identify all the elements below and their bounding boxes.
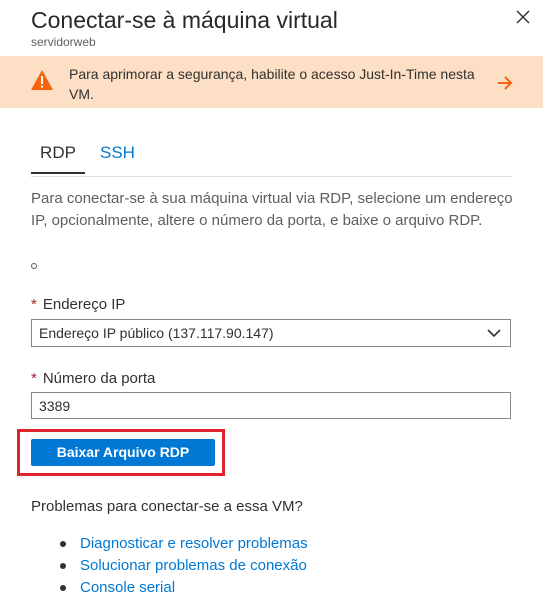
close-icon [516, 10, 530, 24]
bullet-icon [60, 541, 66, 547]
tab-rdp[interactable]: RDP [31, 140, 85, 166]
port-number-label-text: Número da porta [42, 370, 156, 387]
circle-bullet-icon [31, 263, 37, 269]
arrow-right-icon [498, 76, 513, 90]
ip-address-label-text: Endereço IP [42, 296, 126, 313]
required-mark: * [31, 370, 37, 387]
required-mark: * [31, 296, 37, 313]
jit-warning-banner: Para aprimorar a segurança, habilite o a… [0, 56, 543, 108]
bullet-icon [60, 563, 66, 569]
troubleshoot-connection-link[interactable]: Solucionar problemas de conexão [80, 556, 307, 576]
banner-text: Para aprimorar a segurança, habilite o a… [69, 66, 475, 102]
serial-console-link[interactable]: Console serial [80, 578, 175, 598]
page-title: Conectar-se à máquina virtual [31, 7, 338, 33]
chevron-down-icon [487, 329, 501, 338]
bullet-icon [60, 585, 66, 591]
rdp-description: Para conectar-se à sua máquina virtual v… [31, 190, 513, 229]
close-button[interactable] [512, 6, 534, 28]
connect-vm-panel: Conectar-se à máquina virtual servidorwe… [0, 0, 543, 609]
tab-ssh[interactable]: SSH [100, 140, 135, 166]
troubleshoot-question: Problemas para conectar-se a essa VM? [31, 498, 303, 515]
enable-jit-button[interactable] [495, 73, 515, 93]
port-number-input[interactable]: 3389 [31, 392, 511, 419]
ip-address-dropdown[interactable]: Endereço IP público (137.117.90.147) [31, 319, 511, 347]
tab-rdp-indicator [31, 172, 85, 174]
tab-divider [31, 176, 512, 177]
page-subtitle: servidorweb [31, 35, 96, 49]
port-number-label: * Número da porta [31, 369, 155, 389]
diagnose-link[interactable]: Diagnosticar e resolver problemas [80, 534, 308, 554]
download-rdp-button[interactable]: Baixar Arquivo RDP [31, 439, 215, 466]
ip-address-selected-value: Endereço IP público (137.117.90.147) [39, 325, 274, 341]
warning-icon [31, 70, 53, 90]
ip-address-label: * Endereço IP [31, 295, 125, 315]
